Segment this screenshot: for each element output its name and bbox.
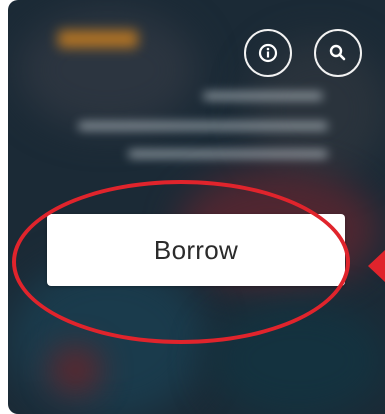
info-icon bbox=[258, 43, 278, 63]
info-button[interactable] bbox=[244, 29, 292, 77]
blurred-text bbox=[128, 150, 328, 158]
screenshot-stage: Borrow bbox=[0, 0, 385, 414]
search-button[interactable] bbox=[314, 29, 362, 77]
background-blur bbox=[208, 300, 385, 414]
blurred-logo bbox=[58, 30, 138, 48]
search-icon bbox=[329, 44, 346, 61]
background-blur bbox=[53, 350, 98, 390]
background-blur bbox=[18, 10, 198, 130]
annotation-arrow bbox=[368, 250, 385, 282]
blurred-text bbox=[78, 122, 328, 130]
blurred-text bbox=[203, 92, 323, 100]
borrow-button[interactable]: Borrow bbox=[47, 214, 345, 286]
